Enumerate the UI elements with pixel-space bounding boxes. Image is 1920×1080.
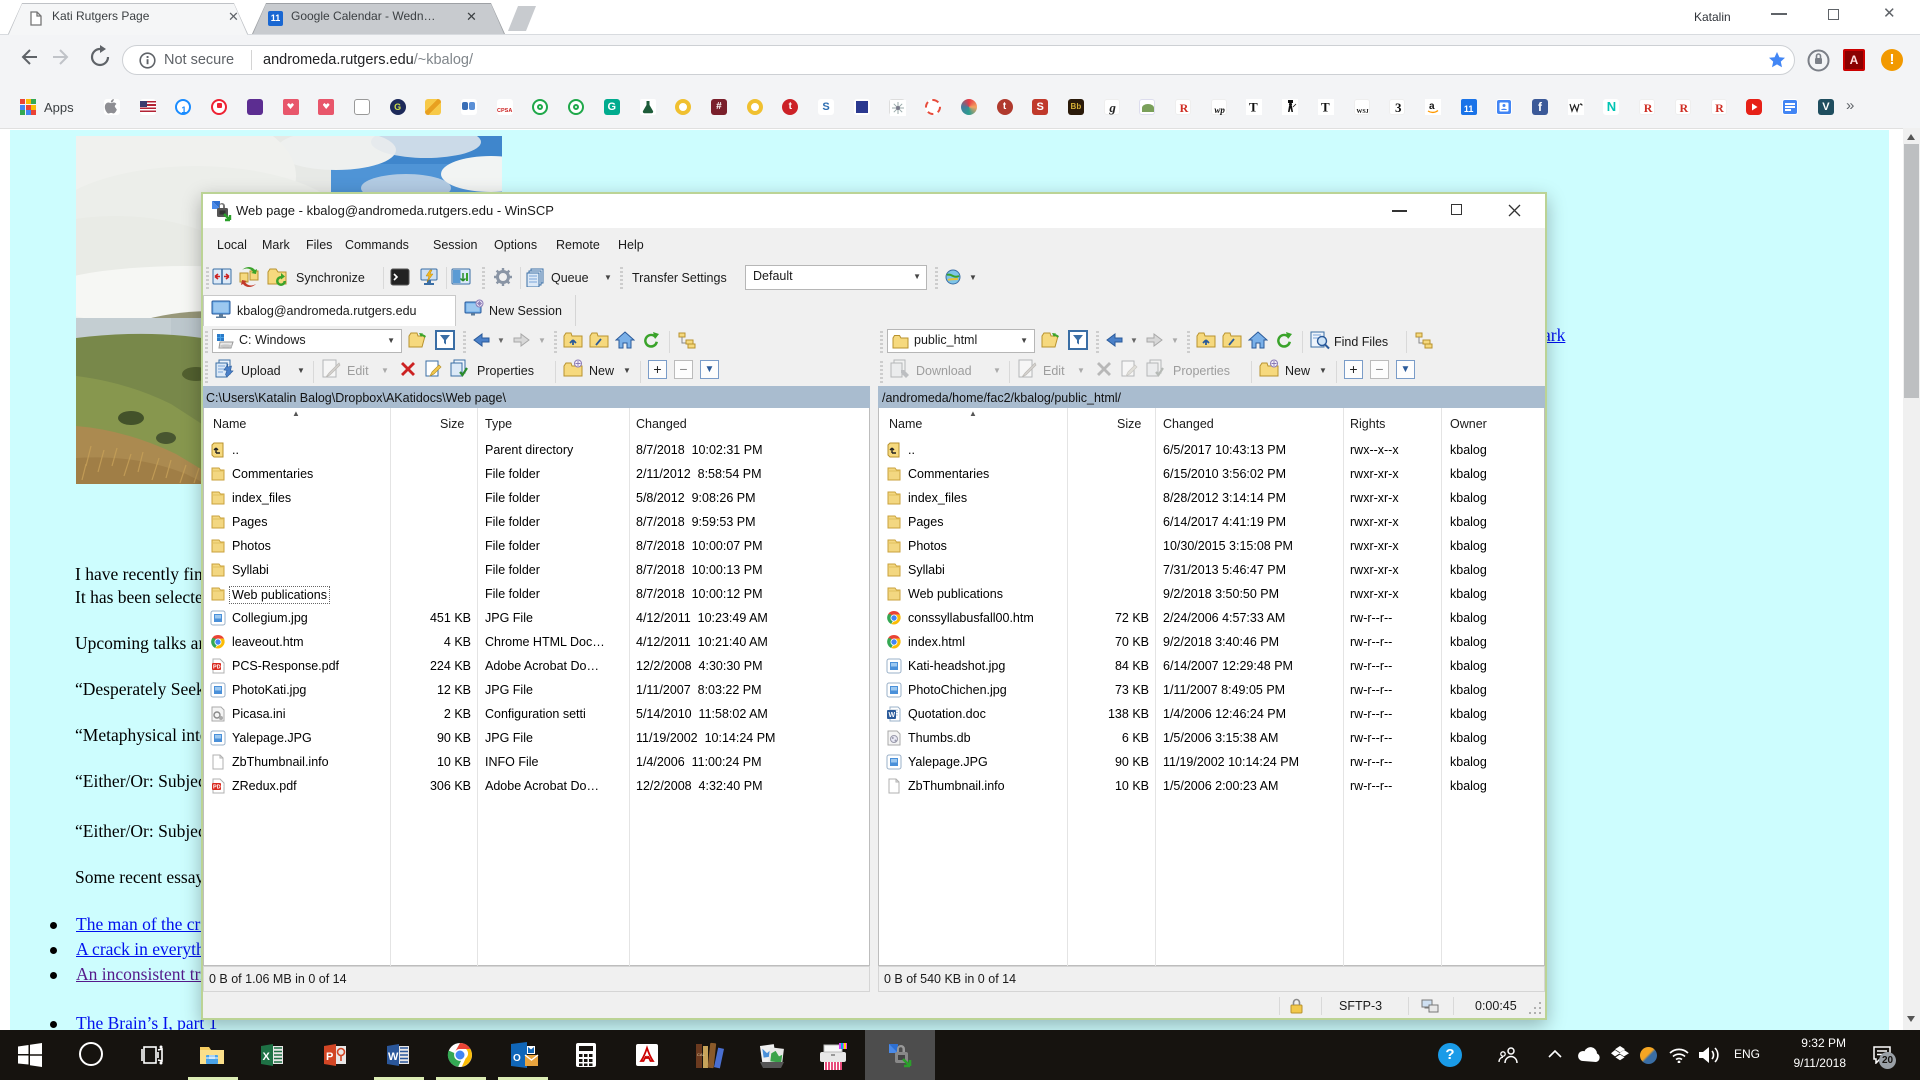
svg-text:T: T [1249, 100, 1258, 115]
svg-text:P: P [326, 1051, 333, 1063]
svg-text:T: T [1321, 100, 1330, 115]
svg-text:O: O [513, 1053, 521, 1064]
svg-text:X: X [263, 1051, 271, 1063]
svg-text:W: W [388, 1051, 399, 1063]
svg-text:PDF: PDF [213, 665, 225, 671]
svg-text:W: W [889, 712, 896, 719]
svg-text:a: a [1429, 101, 1435, 112]
svg-text:CAL: CAL [697, 1052, 706, 1057]
svg-text:PDF: PDF [213, 785, 225, 791]
